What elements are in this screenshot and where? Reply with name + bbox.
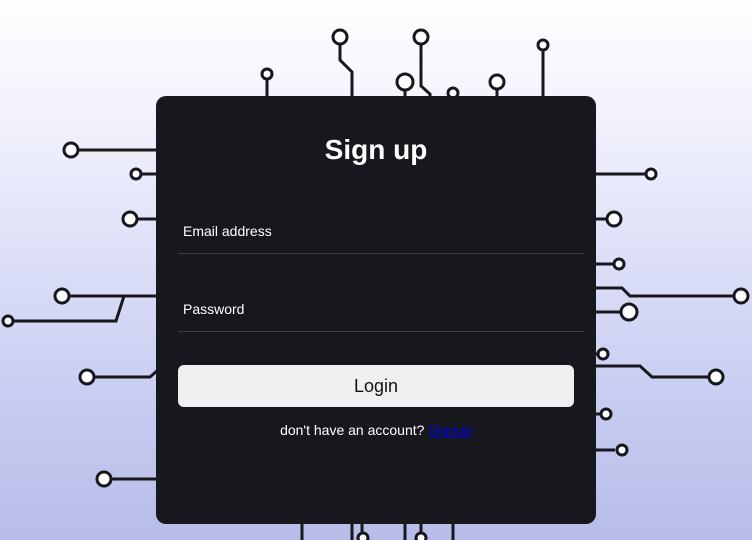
password-field[interactable]: Password (178, 291, 588, 333)
email-field[interactable]: Email address (178, 213, 588, 255)
password-input[interactable] (178, 291, 588, 333)
login-button[interactable]: Login (178, 365, 574, 407)
signup-prompt-text: don't have an account? (280, 422, 425, 438)
signup-card: Sign up Email address Password Login don… (156, 96, 596, 524)
signup-link[interactable]: Signup (428, 422, 472, 438)
email-input[interactable] (178, 213, 588, 255)
signup-prompt: don't have an account? Signup (156, 422, 596, 438)
page-title: Sign up (324, 134, 428, 165)
